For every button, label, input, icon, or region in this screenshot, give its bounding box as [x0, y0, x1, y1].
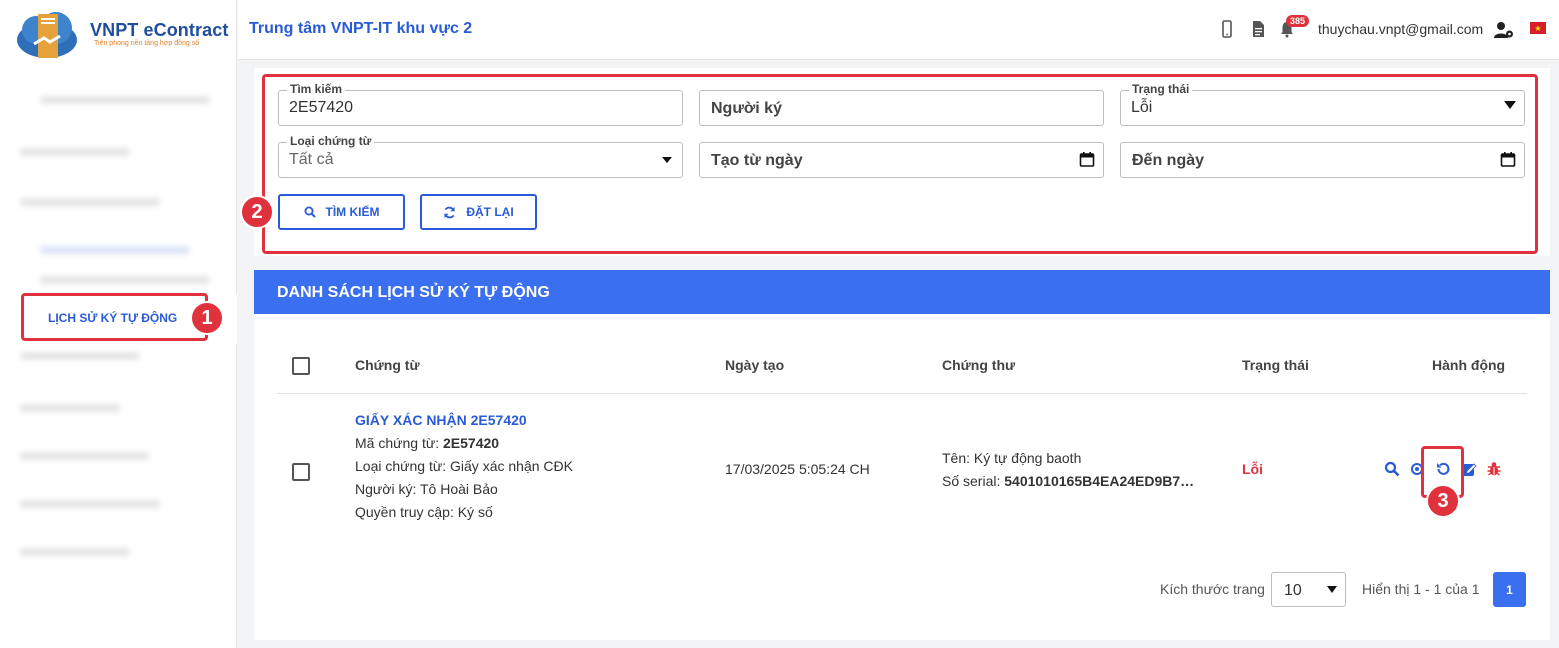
sidebar-blurred-item [20, 548, 130, 556]
document-title-link[interactable]: GIẤY XÁC NHẬN 2E57420 [355, 409, 573, 432]
search-icon[interactable] [1384, 461, 1400, 477]
page-size-value[interactable]: 10 [1284, 582, 1302, 600]
status-badge: Lỗi [1242, 461, 1263, 477]
callout-number-2: 2 [240, 195, 274, 229]
sidebar-blurred-item [20, 148, 130, 156]
select-all-checkbox[interactable] [292, 357, 310, 375]
document-type: Loại chứng từ: Giấy xác nhận CĐK [355, 458, 573, 474]
list-header-bar: DANH SÁCH LỊCH SỬ KÝ TỰ ĐỘNG [254, 270, 1550, 314]
chevron-down-icon[interactable] [1327, 586, 1337, 593]
document-code-value: 2E57420 [443, 435, 500, 451]
certificate-serial-label: Số serial: [942, 473, 1005, 489]
sidebar-blurred-item [20, 452, 150, 460]
sidebar-blurred-item [40, 246, 190, 254]
document-access: Quyền truy cập: Ký số [355, 504, 493, 520]
certificate-serial-value: 5401010165B4EA24ED9B7… [1004, 473, 1195, 489]
page-size-label: Kích thước trang [1160, 581, 1265, 597]
user-email[interactable]: thuychau.vnpt@gmail.com [1318, 21, 1483, 37]
document-icon[interactable] [1249, 20, 1267, 38]
logo-cloud-icon [17, 12, 77, 58]
document-cell: GIẤY XÁC NHẬN 2E57420 Mã chứng từ: 2E574… [355, 409, 573, 524]
column-header-actions: Hành động [1432, 357, 1506, 373]
page-size-select[interactable]: 10 [1271, 572, 1346, 607]
sidebar-blurred-item [20, 404, 120, 412]
column-header-created[interactable]: Ngày tạo [725, 357, 784, 373]
certificate-serial: Số serial: 5401010165B4EA24ED9B7… [942, 470, 1194, 493]
logo-title: VNPT eContract [90, 20, 229, 40]
page-title: Trung tâm VNPT-IT khu vực 2 [249, 20, 473, 37]
pagination-summary: Hiển thị 1 - 1 của 1 [1362, 581, 1480, 597]
sidebar-blurred-item [20, 198, 160, 206]
sidebar-blurred-item [40, 276, 210, 284]
column-header-certificate[interactable]: Chứng thư [942, 357, 1015, 373]
top-bar: Trung tâm VNPT-IT khu vực 2 385 thuychau… [238, 0, 1559, 60]
vietnam-flag-icon[interactable]: ★ [1530, 22, 1546, 34]
row-checkbox[interactable] [292, 463, 310, 481]
callout-number-1: 1 [190, 301, 224, 335]
bug-icon[interactable] [1486, 461, 1502, 477]
callout-frame-1 [21, 293, 208, 341]
document-code: Mã chứng từ: 2E57420 [355, 432, 573, 455]
user-settings-icon[interactable] [1494, 21, 1514, 39]
page-button-1[interactable]: 1 [1493, 572, 1526, 607]
column-header-document[interactable]: Chứng từ [355, 357, 420, 373]
mobile-icon[interactable] [1218, 20, 1236, 38]
column-header-status[interactable]: Trạng thái [1242, 357, 1309, 373]
list-title: DANH SÁCH LỊCH SỬ KÝ TỰ ĐỘNG [277, 284, 550, 301]
callout-number-3: 3 [1426, 484, 1460, 518]
header-divider [277, 393, 1527, 394]
certificate-name: Tên: Ký tự động baoth [942, 450, 1082, 466]
callout-frame-2 [262, 74, 1538, 254]
document-signer: Người ký: Tô Hoài Bảo [355, 481, 498, 497]
sidebar-blurred-item [40, 96, 210, 104]
sidebar-blurred-item [20, 352, 140, 360]
logo-tagline: Tiên phong nền tảng hợp đồng số [94, 40, 200, 47]
sidebar-blurred-item [20, 500, 160, 508]
document-code-label: Mã chứng từ: [355, 435, 443, 451]
created-date: 17/03/2025 5:05:24 CH [725, 461, 870, 477]
certificate-cell: Tên: Ký tự động baoth Số serial: 5401010… [942, 447, 1194, 493]
logo[interactable]: VNPT eContract Tiên phong nền tảng hợp đ… [10, 6, 230, 64]
history-list-panel: DANH SÁCH LỊCH SỬ KÝ TỰ ĐỘNG Chứng từ Ng… [254, 270, 1550, 640]
notification-badge: 385 [1286, 15, 1310, 27]
